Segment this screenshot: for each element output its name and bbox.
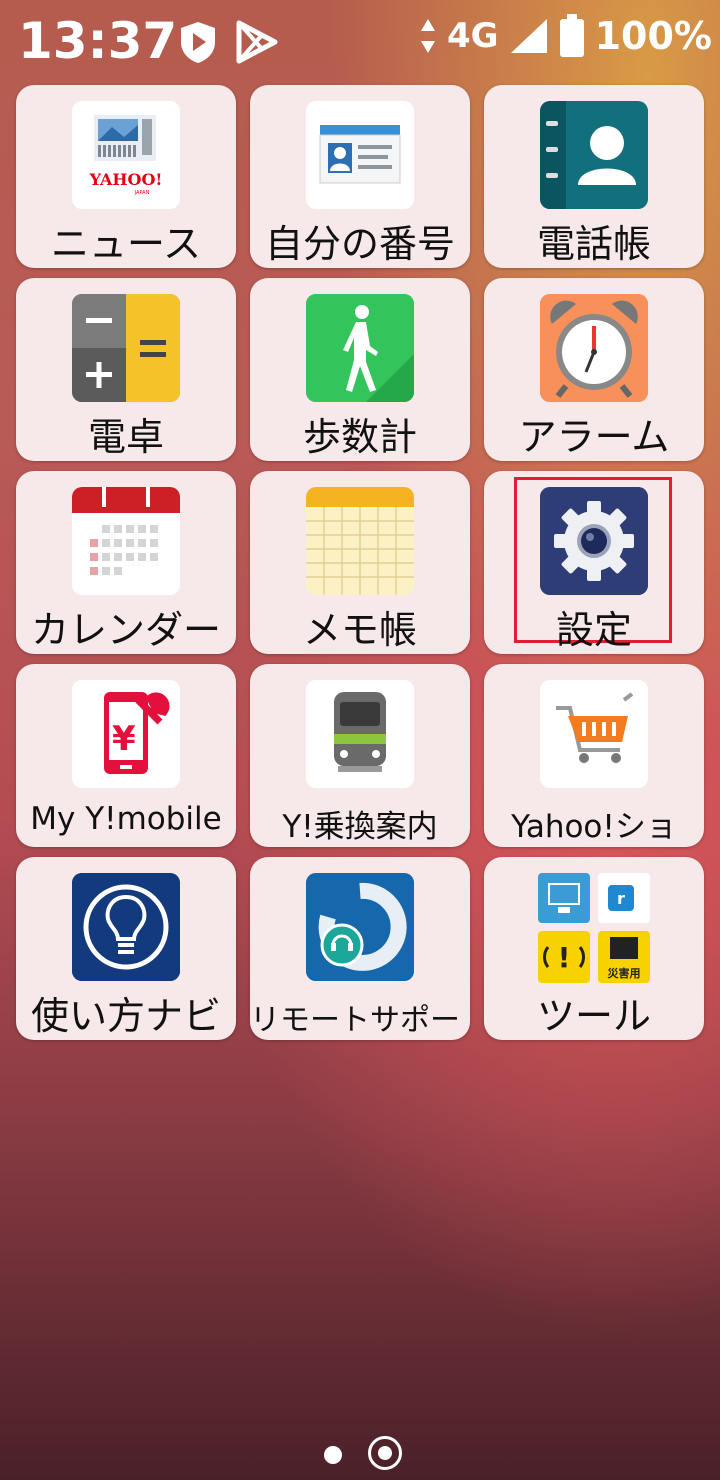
app-alarm[interactable]: アラーム (484, 278, 704, 461)
gear-icon (540, 487, 648, 595)
tools-disaster-text: 災害用 (607, 966, 641, 980)
app-calculator[interactable]: 電卓 (16, 278, 236, 461)
calculator-icon (72, 294, 180, 402)
page-dot-2-active[interactable] (368, 1436, 402, 1470)
shopping-cart-icon (540, 680, 648, 788)
page-indicator (0, 1436, 720, 1472)
app-label: ツール (536, 994, 651, 1038)
network-type: 4G (447, 16, 499, 56)
svg-text:¥: ¥ (112, 719, 136, 759)
app-usage-navi[interactable]: 使い方ナビ (16, 857, 236, 1040)
news-logo-text: YAHOO! (89, 170, 163, 189)
app-news[interactable]: YAHOO! JAPAN ニュース (16, 85, 236, 268)
app-contacts[interactable]: 電話帳 (484, 85, 704, 268)
app-label: 歩数計 (302, 415, 417, 459)
lightbulb-icon (72, 873, 180, 981)
tools-folder-icon: r ! 災害用 (536, 871, 652, 987)
data-arrows-icon (421, 19, 436, 53)
app-label: My Y!mobile (30, 801, 222, 837)
app-label: メモ帳 (302, 608, 417, 652)
svg-text:!: ! (558, 941, 571, 974)
page-dot-1[interactable] (324, 1446, 342, 1464)
app-label: リモートサポート (250, 1003, 470, 1038)
play-store-icon (236, 20, 278, 64)
app-label: 使い方ナビ (30, 994, 221, 1038)
app-label: Y!乗換案内 (282, 809, 438, 845)
app-my-ymobile[interactable]: ¥ My Y!mobile (16, 664, 236, 847)
app-remote-support[interactable]: リモートサポート (250, 857, 470, 1040)
news-icon: YAHOO! JAPAN (72, 101, 180, 209)
app-label: カレンダー (30, 608, 221, 652)
remote-support-icon (306, 873, 414, 981)
app-label: Yahoo!ショ (511, 809, 677, 845)
app-pedometer[interactable]: 歩数計 (250, 278, 470, 461)
news-logo-sub: JAPAN (134, 190, 150, 196)
phone-wrench-icon: ¥ (72, 680, 180, 788)
app-label: 設定 (555, 608, 632, 652)
app-label: 自分の番号 (264, 222, 455, 266)
alarm-clock-icon (540, 294, 648, 402)
battery-icon (559, 14, 584, 57)
calendar-icon (72, 487, 180, 595)
app-transit[interactable]: Y!乗換案内 (250, 664, 470, 847)
app-grid: YAHOO! JAPAN ニュース 自分の番号 電話帳 電卓 歩数計 アラーム … (16, 85, 706, 1040)
app-label: 電卓 (87, 415, 164, 459)
app-label: アラーム (518, 415, 670, 459)
app-memo[interactable]: メモ帳 (250, 471, 470, 654)
app-calendar[interactable]: カレンダー (16, 471, 236, 654)
id-card-icon (306, 101, 414, 209)
shield-play-icon (181, 22, 215, 63)
app-label: 電話帳 (536, 222, 651, 266)
train-icon (306, 680, 414, 788)
battery-percent: 100% (594, 14, 712, 58)
app-settings[interactable]: 設定 (484, 471, 704, 654)
memo-icon (306, 487, 414, 595)
status-right: 4G 100% (419, 14, 712, 58)
app-yahoo-shopping[interactable]: Yahoo!ショ (484, 664, 704, 847)
contacts-icon (540, 101, 648, 209)
app-tools-folder[interactable]: r ! 災害用 ツール (484, 857, 704, 1040)
clock: 13:37 (18, 12, 178, 70)
walking-icon (306, 294, 414, 402)
app-my-number[interactable]: 自分の番号 (250, 85, 470, 268)
app-label: ニュース (50, 222, 202, 266)
status-bar: 13:37 4G 100% (0, 0, 720, 80)
signal-icon (510, 19, 547, 53)
svg-text:r: r (617, 889, 625, 908)
